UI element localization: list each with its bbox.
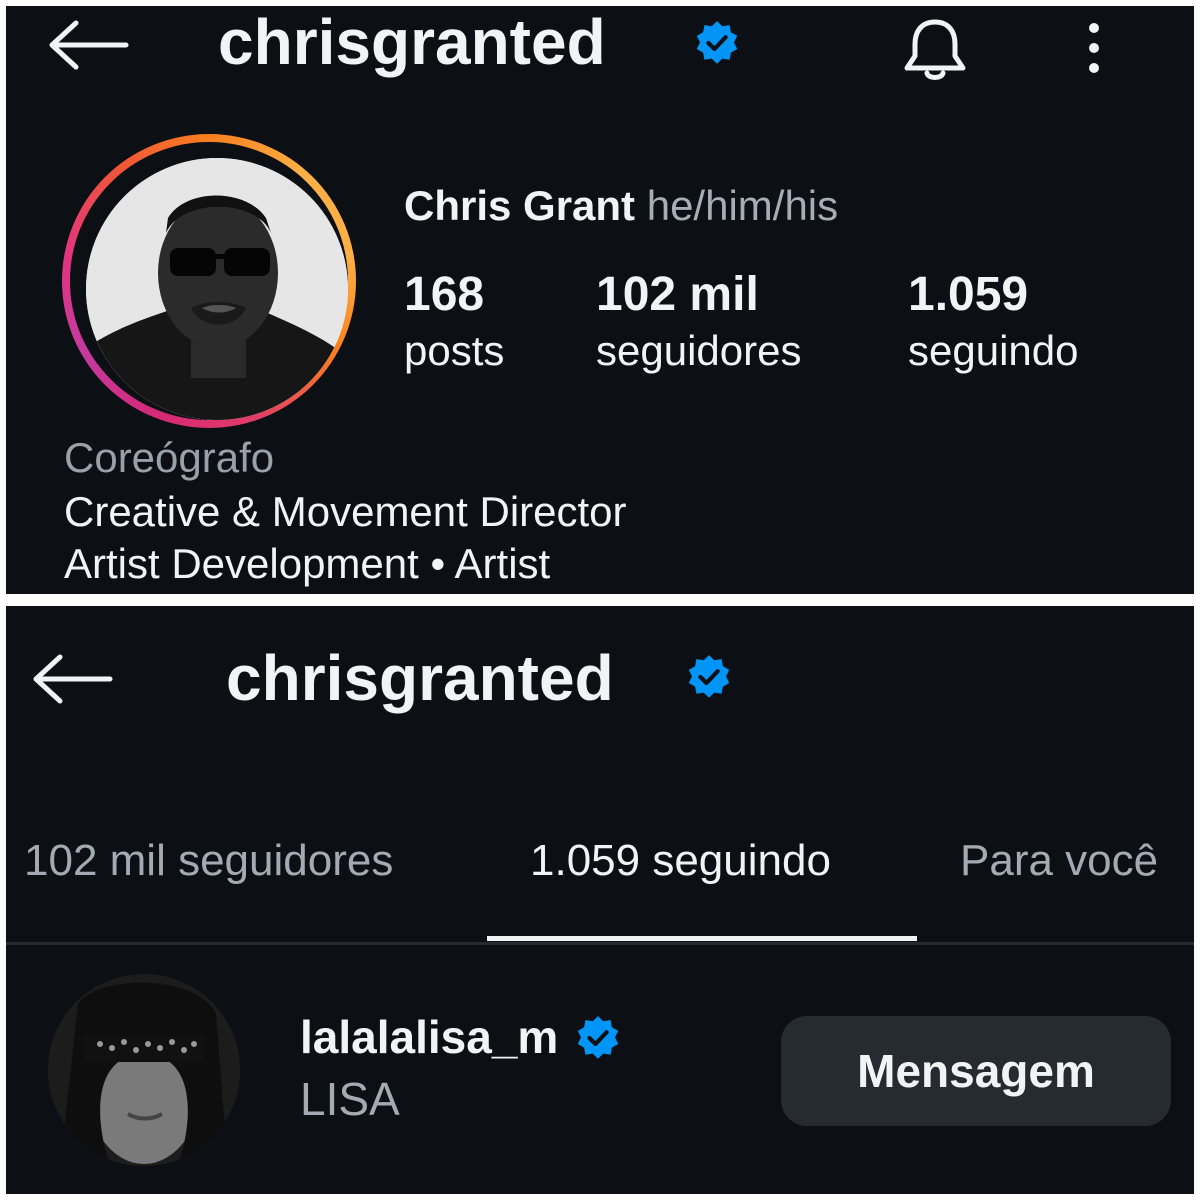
bell-icon[interactable]	[898, 16, 972, 82]
bio-category: Coreógrafo	[64, 434, 275, 481]
stat-followers-value: 102 mil	[596, 268, 759, 321]
user-photo-illustration	[48, 974, 240, 1166]
following-user-avatar[interactable]	[48, 974, 240, 1166]
profile-display-name: Chris Grant	[404, 182, 636, 229]
stat-following[interactable]: 1.059 seguindo	[908, 266, 1078, 378]
story-ring-gap	[70, 142, 348, 420]
profile-username-title: chrisgranted	[218, 6, 606, 78]
verified-badge-icon	[696, 21, 738, 64]
tab-following[interactable]: 1.059 seguindo	[530, 836, 831, 886]
following-username-row[interactable]: lalalalisa_m	[300, 1010, 621, 1064]
profile-screenshot: chrisgranted Chris Grant he/him/his 168 …	[6, 6, 1194, 594]
profile-photo-illustration	[86, 158, 348, 420]
following-full-name: LISA	[300, 1073, 400, 1125]
arrow-left-icon[interactable]	[30, 654, 114, 704]
profile-name-line: Chris Grant he/him/his	[404, 182, 838, 230]
bio-line: Artist Development • Artist	[64, 540, 551, 587]
active-tab-indicator	[487, 936, 917, 941]
stat-posts-label: posts	[404, 326, 505, 374]
following-screenshot: chrisgranted 102 mil seguidores 1.059 se…	[6, 606, 1194, 1194]
tab-followers[interactable]: 102 mil seguidores	[24, 836, 393, 886]
tab-divider	[6, 942, 1194, 945]
stat-posts[interactable]: 168 posts	[404, 266, 504, 378]
more-vertical-icon[interactable]	[1080, 20, 1108, 76]
story-ring[interactable]	[62, 134, 356, 428]
profile-avatar[interactable]	[86, 158, 348, 420]
message-button[interactable]: Mensagem	[781, 1016, 1171, 1126]
stat-followers[interactable]: 102 mil seguidores	[596, 266, 801, 378]
stat-following-value: 1.059	[908, 268, 1029, 321]
profile-pronouns: he/him/his	[646, 182, 839, 229]
tab-for-you[interactable]: Para você	[960, 836, 1158, 886]
stat-following-label: seguindo	[908, 326, 1079, 374]
arrow-left-icon[interactable]	[46, 20, 130, 70]
following-username-title: chrisgranted	[226, 642, 614, 714]
stat-posts-value: 168	[404, 268, 485, 321]
verified-badge-icon	[577, 1016, 619, 1059]
verified-badge-icon	[688, 655, 730, 698]
bio-line: Creative & Movement Director	[64, 488, 627, 535]
following-username: lalalalisa_m	[300, 1011, 559, 1063]
stat-followers-label: seguidores	[596, 326, 802, 374]
